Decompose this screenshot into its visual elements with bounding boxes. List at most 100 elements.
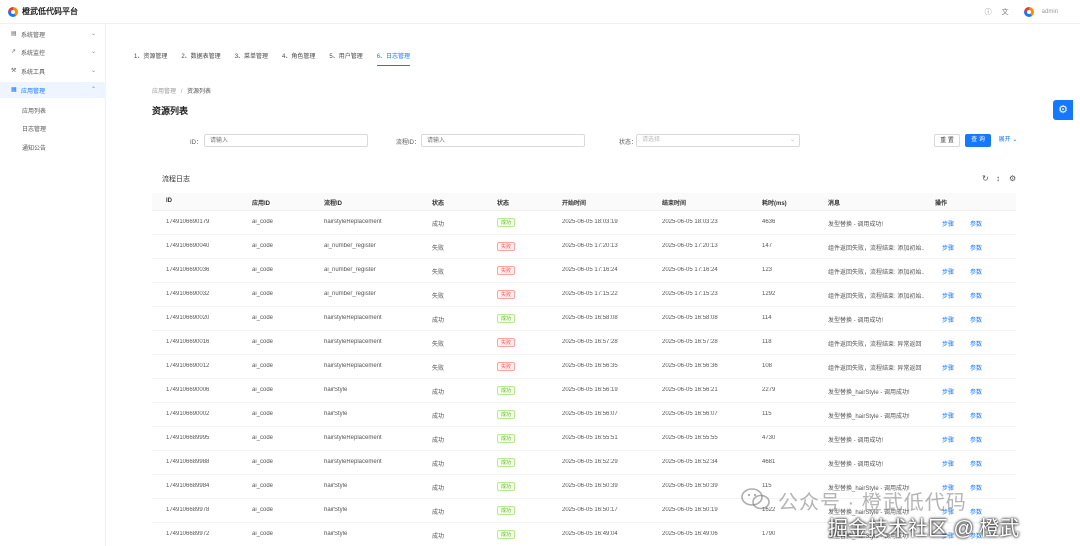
tab-resource[interactable]: 1、资源管理 <box>134 52 167 66</box>
param-link[interactable]: 参数 <box>970 459 982 468</box>
chevron-down-icon: ⌄ <box>90 49 96 55</box>
cell-app: ai_code <box>252 411 274 417</box>
cell-status: 成功 <box>432 222 445 228</box>
status-badge: 成功 <box>497 434 516 443</box>
status-badge: 成功 <box>497 530 516 539</box>
cell-id: 1749106689984 <box>166 483 210 489</box>
param-link[interactable]: 参数 <box>970 435 982 444</box>
table-row: 1749106689984 ai_code hairStyle 成功 成功 2025-06… <box>152 475 1016 499</box>
cell-app: ai_code <box>252 363 274 369</box>
user-name[interactable]: admin <box>1042 9 1058 15</box>
flow-id-label: 流程ID： <box>396 140 421 146</box>
breadcrumb-current: 资源列表 <box>187 89 212 95</box>
step-link[interactable]: 步骤 <box>942 315 954 324</box>
cell-end: 2025-06-05 16:50:39 <box>662 483 718 489</box>
tab-role[interactable]: 4、角色管理 <box>282 52 315 66</box>
param-link[interactable]: 参数 <box>970 219 982 228</box>
param-link[interactable]: 参数 <box>970 387 982 396</box>
expand-button[interactable]: 展开 ⌄ <box>995 134 1021 147</box>
sidebar-subitem-app-list[interactable]: 应用列表 <box>0 102 106 118</box>
step-link[interactable]: 步骤 <box>942 435 954 444</box>
question-circle-icon[interactable]: ⓘ <box>984 8 993 17</box>
cell-start: 2025-06-05 17:20:13 <box>562 243 618 249</box>
floating-setting-button[interactable]: ⚙ <box>1053 100 1073 120</box>
column-header: 流程ID <box>324 201 343 207</box>
reload-icon[interactable]: ↻ <box>982 174 989 183</box>
cell-msg: 发型替换_hairStyle - 调用成功! <box>828 390 910 396</box>
reset-button[interactable]: 重 置 <box>934 134 960 147</box>
cell-cost: 1292 <box>762 291 776 297</box>
cell-start: 2025-06-05 16:49:04 <box>562 531 618 537</box>
wrench-icon: ⚒ <box>11 68 17 74</box>
param-link[interactable]: 参数 <box>970 267 982 276</box>
step-link[interactable]: 步骤 <box>942 411 954 420</box>
sidebar-item-system[interactable]: ▤ 系统管理 ⌄ <box>0 26 106 42</box>
param-link[interactable]: 参数 <box>970 339 982 348</box>
cell-id: 1749106690036 <box>166 267 210 273</box>
breadcrumb-parent[interactable]: 应用管理 <box>152 89 176 95</box>
sidebar-item-tools[interactable]: ⚒ 系统工具 ⌄ <box>0 63 106 79</box>
step-link[interactable]: 步骤 <box>942 363 954 372</box>
status-badge: 失败 <box>497 266 516 275</box>
cell-flow: ai_number_register <box>324 291 376 297</box>
chart-icon: ↗ <box>11 49 17 55</box>
step-link[interactable]: 步骤 <box>942 459 954 468</box>
cell-start: 2025-06-05 18:03:19 <box>562 219 618 225</box>
column-header: 结束时间 <box>662 201 687 207</box>
status-badge: 成功 <box>497 482 516 491</box>
sidebar-subitem-notice[interactable]: 通知公告 <box>0 139 106 155</box>
param-link[interactable]: 参数 <box>970 243 982 252</box>
cell-cost: 1790 <box>762 531 776 537</box>
param-link[interactable]: 参数 <box>970 363 982 372</box>
step-link[interactable]: 步骤 <box>942 219 954 228</box>
cell-end: 2025-06-05 16:56:21 <box>662 387 718 393</box>
param-link[interactable]: 参数 <box>970 483 982 492</box>
tab-menu[interactable]: 3、菜单管理 <box>235 52 268 66</box>
cell-app: ai_code <box>252 219 274 225</box>
cell-flow: ai_number_register <box>324 267 376 273</box>
step-link[interactable]: 步骤 <box>942 507 954 516</box>
step-link[interactable]: 步骤 <box>942 243 954 252</box>
param-link[interactable]: 参数 <box>970 315 982 324</box>
cell-flow: hairStyle <box>324 411 348 417</box>
cell-end: 2025-06-05 16:50:19 <box>662 507 718 513</box>
cell-cost: 4730 <box>762 435 776 441</box>
column-height-icon[interactable]: ↕ <box>996 174 1000 183</box>
avatar[interactable] <box>1023 7 1034 17</box>
cell-msg: 发型替换 - 调用成功! <box>828 438 883 444</box>
id-label: ID： <box>190 140 203 146</box>
sidebar-subitem-log-management[interactable]: 日志管理 <box>0 120 106 136</box>
id-input[interactable] <box>204 134 368 147</box>
status-select-placeholder: 请选择 <box>642 137 661 143</box>
step-link[interactable]: 步骤 <box>942 339 954 348</box>
cell-status: 成功 <box>432 318 445 324</box>
flow-id-input[interactable] <box>421 134 585 147</box>
sidebar-item-monitor[interactable]: ↗ 系统监控 ⌄ <box>0 44 106 60</box>
cell-cost: 118 <box>762 339 772 345</box>
status-badge: 成功 <box>497 218 516 227</box>
param-link[interactable]: 参数 <box>970 507 982 516</box>
step-link[interactable]: 步骤 <box>942 291 954 300</box>
cell-msg: 发型替换 - 调用成功! <box>828 318 883 324</box>
step-link[interactable]: 步骤 <box>942 387 954 396</box>
cell-id: 1749106690002 <box>166 411 210 417</box>
translate-icon[interactable]: 文 <box>1001 8 1010 17</box>
cell-id: 1749106689972 <box>166 531 210 537</box>
table-row: 1749106690002 ai_code hairStyle 成功 成功 2025-06… <box>152 403 1016 427</box>
step-link[interactable]: 步骤 <box>942 483 954 492</box>
step-link[interactable]: 步骤 <box>942 267 954 276</box>
chevron-down-icon: ⌄ <box>90 31 96 37</box>
param-link[interactable]: 参数 <box>970 291 982 300</box>
step-link[interactable]: 步骤 <box>942 531 954 540</box>
param-link[interactable]: 参数 <box>970 411 982 420</box>
status-select[interactable]: 请选择 ⌄ <box>636 134 800 147</box>
sidebar-item-app-management[interactable]: ▦ 应用管理 ⌃ <box>0 82 106 98</box>
search-button[interactable]: 查 询 <box>965 134 991 147</box>
param-link[interactable]: 参数 <box>970 531 982 540</box>
tab-user[interactable]: 5、用户管理 <box>329 52 362 66</box>
setting-icon[interactable]: ⚙ <box>1009 174 1016 183</box>
tab-datatable[interactable]: 2、数据表管理 <box>181 52 220 66</box>
status-badge: 成功 <box>497 386 516 395</box>
tab-log[interactable]: 6、日志管理 <box>376 52 411 66</box>
cell-id: 1749106689995 <box>166 435 210 441</box>
